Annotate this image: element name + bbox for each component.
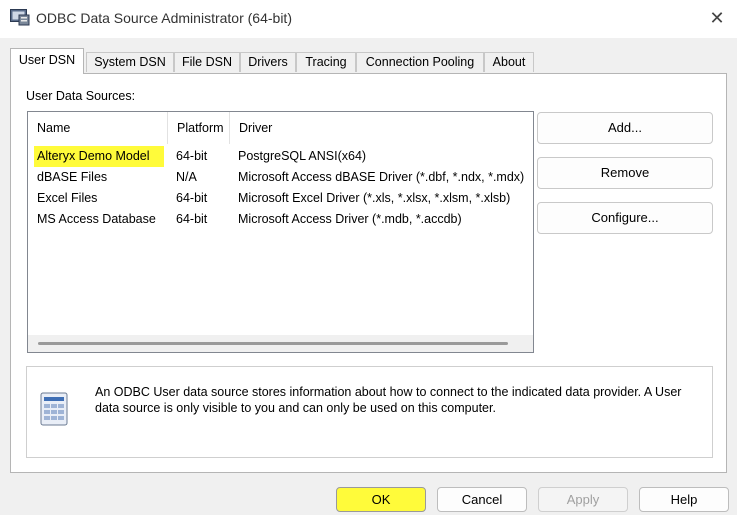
- data-source-info-icon: [40, 392, 68, 426]
- list-header: Name Platform Driver: [28, 112, 533, 144]
- ok-button[interactable]: OK: [336, 487, 426, 512]
- horizontal-scrollbar[interactable]: [28, 335, 533, 352]
- tab-tracing[interactable]: Tracing: [296, 52, 356, 72]
- apply-button[interactable]: Apply: [538, 487, 628, 512]
- help-button[interactable]: Help: [639, 487, 729, 512]
- tab-drivers[interactable]: Drivers: [240, 52, 296, 72]
- list-item[interactable]: MS Access Database 64-bit Microsoft Acce…: [28, 209, 533, 230]
- info-box: An ODBC User data source stores informat…: [26, 366, 713, 458]
- list-item[interactable]: Excel Files 64-bit Microsoft Excel Drive…: [28, 188, 533, 209]
- row-platform: 64-bit: [176, 149, 208, 163]
- row-name: dBASE Files: [37, 170, 108, 184]
- odbc-app-icon: [10, 9, 30, 26]
- user-dsn-panel: User Data Sources: Name Platform Driver …: [10, 73, 727, 473]
- tab-connection-pooling[interactable]: Connection Pooling: [356, 52, 484, 72]
- tab-user-dsn[interactable]: User DSN: [10, 48, 84, 74]
- row-name: Excel Files: [37, 191, 98, 205]
- column-header-name[interactable]: Name: [28, 112, 168, 144]
- user-data-sources-label: User Data Sources:: [26, 89, 136, 103]
- row-platform: 64-bit: [176, 191, 208, 205]
- window-title: ODBC Data Source Administrator (64-bit): [36, 10, 292, 26]
- row-driver: Microsoft Excel Driver (*.xls, *.xlsx, *…: [238, 191, 511, 205]
- add-button[interactable]: Add...: [537, 112, 713, 144]
- scrollbar-thumb[interactable]: [38, 342, 508, 345]
- configure-button[interactable]: Configure...: [537, 202, 713, 234]
- row-name: MS Access Database: [37, 212, 156, 226]
- column-header-driver[interactable]: Driver: [230, 112, 533, 144]
- row-driver: Microsoft Access Driver (*.mdb, *.accdb): [238, 212, 462, 226]
- tab-about[interactable]: About: [484, 52, 534, 72]
- tab-system-dsn[interactable]: System DSN: [86, 52, 174, 72]
- info-description: An ODBC User data source stores informat…: [95, 385, 682, 415]
- cancel-button[interactable]: Cancel: [437, 487, 527, 512]
- row-driver: Microsoft Access dBASE Driver (*.dbf, *.…: [238, 170, 525, 184]
- row-platform: N/A: [176, 170, 197, 184]
- list-item[interactable]: Alteryx Demo Model 64-bit PostgreSQL ANS…: [28, 146, 533, 167]
- row-driver: PostgreSQL ANSI(x64): [238, 149, 367, 163]
- list-item[interactable]: dBASE Files N/A Microsoft Access dBASE D…: [28, 167, 533, 188]
- row-name: Alteryx Demo Model: [34, 146, 164, 167]
- tab-file-dsn[interactable]: File DSN: [174, 52, 240, 72]
- close-icon[interactable]: ✕: [707, 8, 727, 28]
- row-platform: 64-bit: [176, 212, 208, 226]
- data-sources-list[interactable]: Name Platform Driver Alteryx Demo Model …: [27, 111, 534, 353]
- column-header-platform[interactable]: Platform: [168, 112, 230, 144]
- remove-button[interactable]: Remove: [537, 157, 713, 189]
- title-bar: ODBC Data Source Administrator (64-bit) …: [0, 0, 737, 38]
